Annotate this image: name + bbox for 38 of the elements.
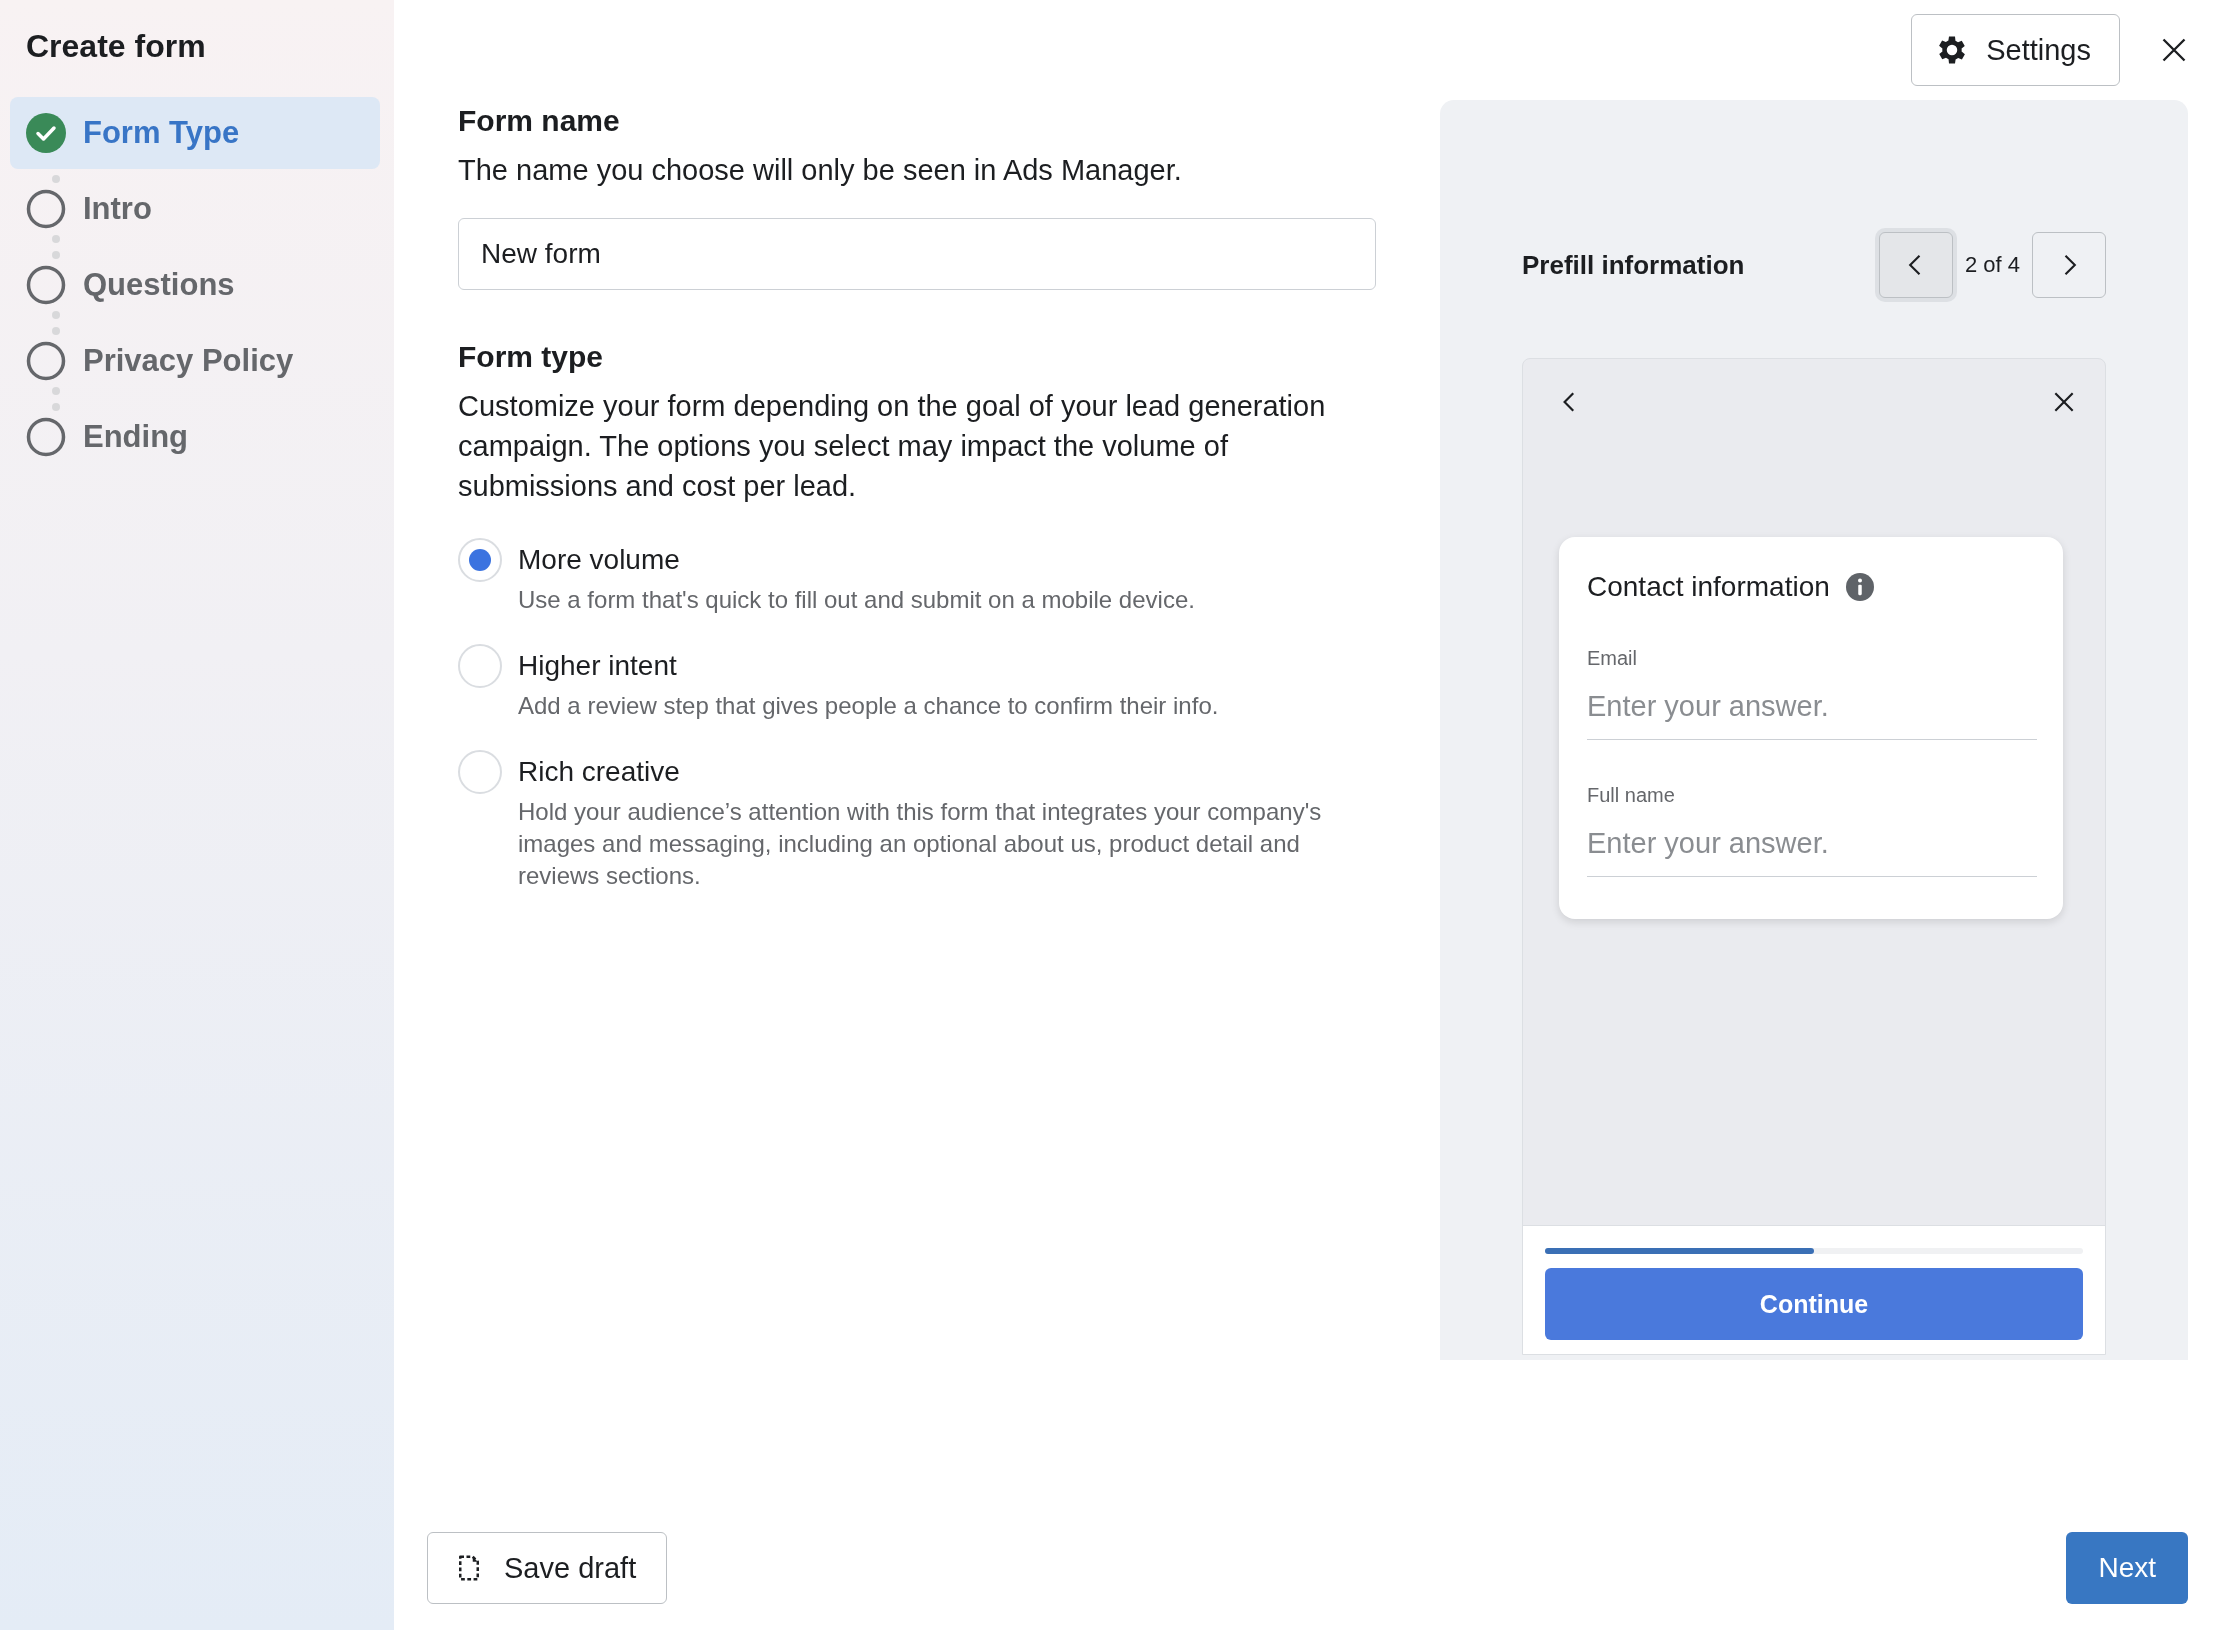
answer-field[interactable]: Enter your answer. (1587, 670, 2037, 740)
field-label: Email (1587, 647, 1638, 670)
save-draft-button[interactable]: Save draft (427, 1532, 668, 1604)
empty-circle-icon (26, 417, 66, 457)
step-item[interactable]: Form Type (10, 97, 380, 169)
option-description: Use a form that's quick to fill out and submit on a mobile device. (518, 585, 1195, 615)
section-heading: Form type (458, 340, 605, 374)
option-label: More volume (518, 543, 681, 577)
empty-circle-icon (26, 265, 66, 305)
radio-button[interactable] (458, 644, 502, 688)
continue-button[interactable]: Continue (1545, 1268, 2083, 1340)
empty-circle-icon (26, 189, 66, 229)
radio-button[interactable] (458, 538, 502, 582)
section-description: Customize your form depending on the goal of your lead generation campaign. The options you select may impact the volume of submissions and cost per lead. (458, 389, 1327, 504)
option-description: Hold your audience’s attention with this form that integrates your company's images and messaging, including an optional about us, product detail and reviews sections. (518, 797, 1323, 891)
radio-button[interactable] (458, 750, 502, 794)
info-icon[interactable] (1845, 573, 1874, 601)
section-heading: Form name (458, 104, 621, 138)
sidebar-title: Create form (26, 28, 207, 65)
field-label: Full name (1587, 784, 1676, 807)
section-description: The name you choose will only be seen in Ads Manager. (458, 153, 1183, 188)
page-counter: 2 of 4 (1964, 252, 2020, 278)
answer-field[interactable]: Enter your answer. (1587, 807, 2037, 877)
step-item[interactable]: Ending (10, 417, 380, 457)
option-label: Rich creative (518, 755, 681, 789)
close-icon[interactable] (2160, 36, 2188, 64)
step-item[interactable]: Intro (10, 189, 380, 229)
step-item[interactable]: Privacy Policy (10, 341, 380, 381)
step-item[interactable]: Questions (10, 265, 380, 305)
option-label: Higher intent (518, 649, 678, 683)
preview-title: Prefill information (1522, 249, 1745, 281)
next-button[interactable]: Next (2066, 1532, 2188, 1604)
form-name-input[interactable]: New form (458, 218, 1376, 290)
card-title: Contact information (1587, 571, 1830, 603)
option-description: Add a review step that gives people a chance to confirm their info. (518, 691, 1219, 721)
check-circle-icon (26, 113, 66, 153)
empty-circle-icon (26, 341, 66, 381)
settings-button[interactable]: Settings (1911, 14, 2120, 86)
